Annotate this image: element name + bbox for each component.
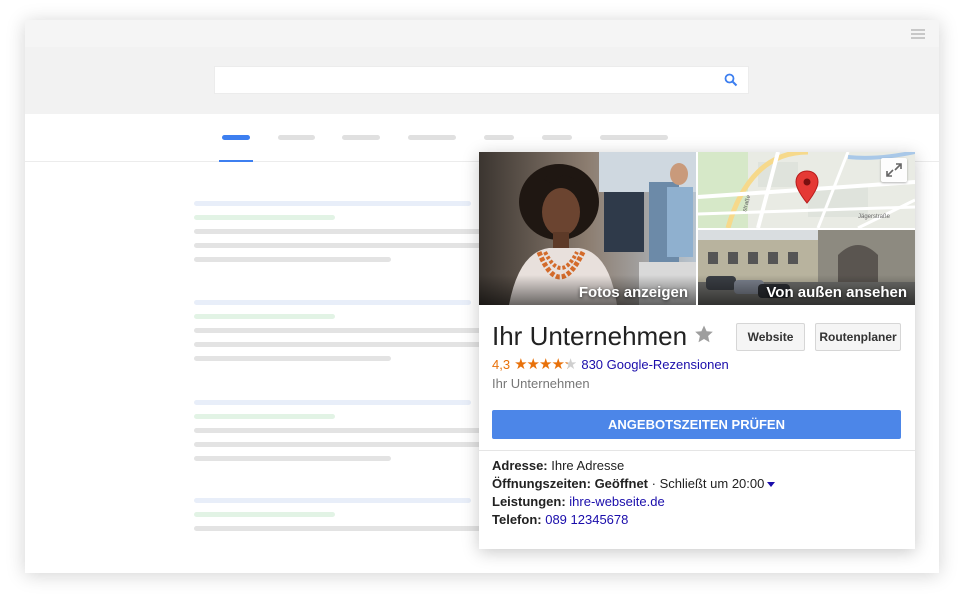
dropdown-caret-icon[interactable] bbox=[767, 482, 776, 488]
result-url-bar bbox=[194, 414, 335, 419]
star-icon: ★ bbox=[526, 355, 540, 373]
tab-7[interactable] bbox=[600, 135, 668, 140]
photos-label[interactable]: Fotos anzeigen bbox=[579, 284, 688, 301]
business-name: Ihr Unternehmen bbox=[492, 321, 688, 351]
address-row: Adresse: Ihre Adresse bbox=[492, 458, 624, 473]
tab-2[interactable] bbox=[278, 135, 315, 140]
result-text-bar bbox=[194, 257, 391, 262]
map-street-label: Jägerstraße bbox=[858, 214, 891, 220]
tab-all[interactable] bbox=[222, 135, 250, 140]
result-title-bar bbox=[194, 201, 471, 206]
star-icon: ★ bbox=[551, 355, 564, 373]
active-tab-indicator bbox=[219, 160, 253, 162]
half-star-icon: ★ bbox=[563, 355, 577, 373]
result-url-bar bbox=[194, 314, 335, 319]
title-bar bbox=[25, 20, 939, 47]
result-title-bar bbox=[194, 300, 471, 305]
website-button[interactable]: Website bbox=[736, 323, 805, 351]
services-row: Leistungen: ihre-webseite.de bbox=[492, 494, 665, 509]
hamburger-menu-icon[interactable] bbox=[911, 29, 925, 39]
street-view-preview[interactable]: Von außen ansehen bbox=[698, 230, 915, 305]
phone-link[interactable]: 089 12345678 bbox=[545, 512, 628, 527]
streetview-label[interactable]: Von außen ansehen bbox=[766, 284, 907, 301]
star-outline-icon[interactable] bbox=[694, 324, 714, 344]
result-text-bar bbox=[194, 456, 391, 461]
business-category: Ihr Unternehmen bbox=[492, 376, 590, 391]
check-offer-times-button[interactable]: ANGEBOTSZEITEN PRÜFEN bbox=[492, 410, 901, 439]
services-link[interactable]: ihre-webseite.de bbox=[569, 494, 664, 509]
star-icon: ★ bbox=[514, 355, 527, 373]
result-title-bar bbox=[194, 400, 471, 405]
result-title-bar bbox=[194, 498, 471, 503]
result-text-bar bbox=[194, 243, 484, 248]
result-url-bar bbox=[194, 512, 335, 517]
hours-separator: · bbox=[648, 476, 660, 491]
result-text-bar bbox=[194, 229, 484, 234]
tab-3[interactable] bbox=[342, 135, 380, 140]
search-input[interactable] bbox=[215, 67, 715, 93]
hours-label: Öffnungszeiten: bbox=[492, 476, 591, 491]
rating-row: 4,3 ★ ★ ★ ★ ★ 830 Google-Rezensionen bbox=[492, 356, 729, 372]
result-text-bar bbox=[194, 526, 484, 531]
tab-5[interactable] bbox=[484, 135, 514, 140]
services-label: Leistungen: bbox=[492, 494, 566, 509]
tab-6[interactable] bbox=[542, 135, 572, 140]
address-label: Adresse: bbox=[492, 458, 548, 473]
address-value: Ihre Adresse bbox=[551, 458, 625, 473]
hours-detail[interactable]: Schließt um 20:00 bbox=[660, 476, 765, 491]
business-knowledge-panel: Fotos anzeigen straße Jägerstraße Von au… bbox=[479, 152, 915, 549]
result-text-bar bbox=[194, 356, 391, 361]
phone-label: Telefon: bbox=[492, 512, 542, 527]
result-text-bar bbox=[194, 428, 484, 433]
result-text-bar bbox=[194, 328, 484, 333]
search-icon[interactable] bbox=[724, 73, 738, 87]
divider bbox=[479, 450, 915, 451]
hours-status: Geöffnet bbox=[594, 476, 649, 491]
rating-value: 4,3 bbox=[492, 356, 511, 372]
reviews-link[interactable]: 830 Google-Rezensionen bbox=[581, 357, 728, 372]
result-text-bar bbox=[194, 342, 484, 347]
tab-4[interactable] bbox=[408, 135, 456, 140]
result-text-bar bbox=[194, 442, 484, 447]
map-preview[interactable]: straße Jägerstraße bbox=[698, 152, 915, 228]
expand-map-button[interactable] bbox=[881, 158, 907, 182]
hours-row: Öffnungszeiten: Geöffnet · Schließt um 2… bbox=[492, 476, 776, 491]
result-url-bar bbox=[194, 215, 335, 220]
phone-row: Telefon: 089 12345678 bbox=[492, 512, 628, 527]
business-photo[interactable]: Fotos anzeigen bbox=[479, 152, 696, 305]
rating-stars: ★ ★ ★ ★ ★ bbox=[514, 355, 577, 373]
route-planner-button[interactable]: Routenplaner bbox=[815, 323, 901, 351]
map-pin-icon bbox=[795, 170, 819, 204]
star-icon: ★ bbox=[538, 355, 552, 373]
search-box[interactable] bbox=[214, 66, 749, 94]
expand-icon bbox=[886, 163, 902, 177]
search-header bbox=[25, 47, 939, 114]
